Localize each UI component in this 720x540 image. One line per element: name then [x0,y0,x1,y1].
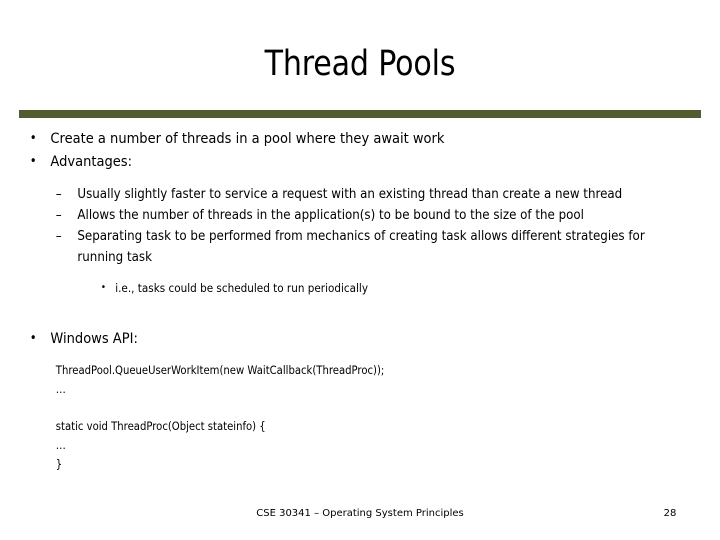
footer-course-label: CSE 30341 – Operating System Principles [256,508,464,519]
code-line: ThreadPool.QueueUserWorkItem(new WaitCal… [55,364,385,377]
bullet-level1-text: Advantages: [50,154,133,170]
dash-marker-icon: – [55,187,62,202]
bullet-level2: – Allows the number of threads in the ap… [0,205,711,226]
slide: Thread Pools • Create a number of thread… [0,0,720,540]
slide-number: 28 [663,508,677,519]
bullet-level1-text: Create a number of threads in a pool whe… [50,131,445,147]
bullet-marker-icon: • [100,282,107,293]
code-line: } [55,458,63,471]
windows-api-label: Windows API: [50,331,138,347]
bullet-level2-text: Allows the number of threads in the appl… [77,208,584,223]
bullet-level3: • i.e., tasks could be scheduled to run … [0,278,711,298]
dash-marker-icon: – [55,208,62,223]
bullet-level1: • Advantages: [0,151,666,173]
page-title: Thread Pools [264,44,456,84]
bullet-level2-text: Separating task to be performed from mec… [77,229,645,265]
bullet-marker-icon: • [29,331,37,346]
bullet-marker-icon: • [29,131,37,146]
bullet-level2: – Usually slightly faster to service a r… [0,184,711,205]
code-line: … [55,383,66,396]
bullet-marker-icon: • [29,154,37,169]
bullet-level3-text: i.e., tasks could be scheduled to run pe… [115,281,369,295]
slide-body: • Create a number of threads in a pool w… [0,128,720,474]
bullet-level2: – Separating task to be performed from m… [0,226,711,268]
dash-marker-icon: – [55,229,62,244]
bullet-level2-text: Usually slightly faster to service a req… [77,187,623,202]
bullet-level1: • Create a number of threads in a pool w… [0,128,666,150]
code-line: … [55,439,66,452]
bullet-windows-api: • Windows API: [0,328,666,350]
code-line: static void ThreadProc(Object stateinfo)… [55,420,266,433]
title-divider [19,110,701,118]
